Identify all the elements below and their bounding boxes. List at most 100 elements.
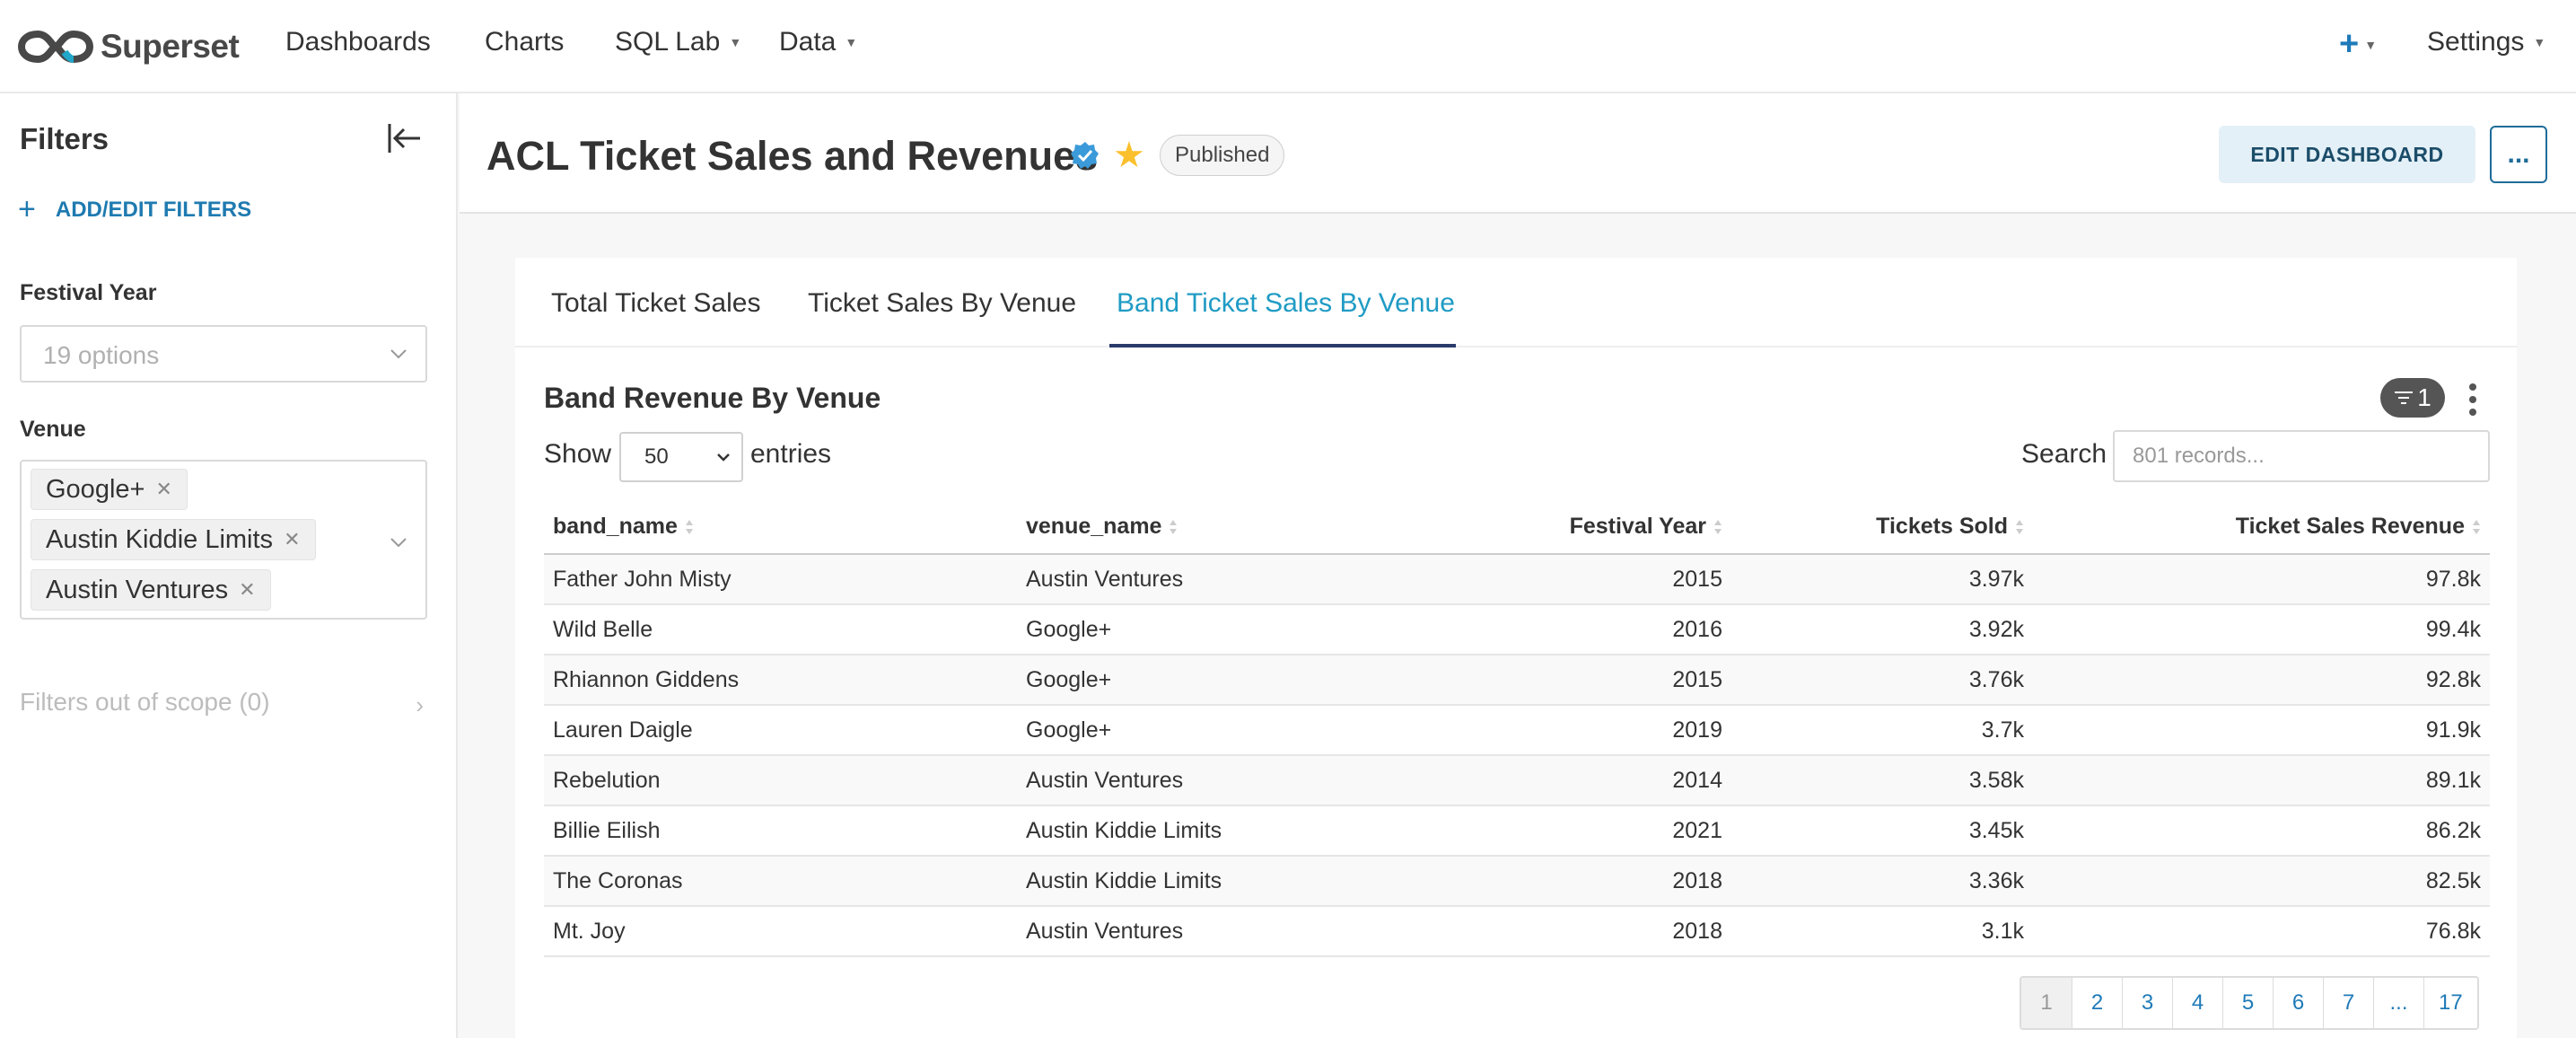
tab-total-ticket-sales[interactable]: Total Ticket Sales xyxy=(551,288,760,319)
caret-down-icon: ▼ xyxy=(2533,35,2546,49)
new-item-button[interactable]: + ▼ xyxy=(2339,25,2377,64)
status-badge: Published xyxy=(1160,135,1285,176)
close-icon[interactable]: ✕ xyxy=(155,478,171,501)
applied-filters-badge[interactable]: 1 xyxy=(2380,378,2445,418)
tab-ticket-sales-by-venue[interactable]: Ticket Sales By Venue xyxy=(808,288,1076,319)
nav-settings[interactable]: Settings ▼ xyxy=(2427,27,2545,57)
page-button[interactable]: 5 xyxy=(2222,978,2273,1028)
page-ellipsis[interactable]: ... xyxy=(2373,978,2423,1028)
star-icon[interactable]: ★ xyxy=(1113,135,1145,176)
cell-band-name: Lauren Daigle xyxy=(544,705,1017,756)
cell-venue-name: Google+ xyxy=(1017,604,1412,655)
column-header-festival-year[interactable]: Festival Year xyxy=(1412,500,1731,555)
nav-charts-label: Charts xyxy=(485,27,565,57)
table-row: Rhiannon Giddens Google+ 2015 3.76k 92.8k xyxy=(544,655,2490,706)
cell-tickets-sold: 3.7k xyxy=(1731,705,2033,756)
cell-venue-name: Austin Kiddie Limits xyxy=(1017,856,1412,907)
filters-out-of-scope-label: Filters out of scope (0) xyxy=(20,688,270,716)
nav-data[interactable]: Data ▼ xyxy=(779,27,857,57)
cell-festival-year: 2021 xyxy=(1412,805,1731,857)
venue-select[interactable]: Google+ ✕ Austin Kiddie Limits ✕ Austin Ve… xyxy=(20,460,427,620)
caret-down-icon: ▼ xyxy=(729,35,742,49)
cell-band-name: Rhiannon Giddens xyxy=(544,655,1017,706)
plus-icon: + xyxy=(2339,25,2360,63)
chart-menu-icon[interactable] xyxy=(2468,380,2477,419)
nav-data-label: Data xyxy=(779,27,837,57)
dashboard-content: Total Ticket Sales Ticket Sales By Venue… xyxy=(515,258,2517,1038)
page-button[interactable]: 17 xyxy=(2423,978,2477,1028)
brand-name: Superset xyxy=(101,28,240,65)
sort-icon xyxy=(685,520,693,535)
close-icon[interactable]: ✕ xyxy=(284,528,300,551)
page-button[interactable]: 2 xyxy=(2072,978,2122,1028)
table-row: Wild Belle Google+ 2016 3.92k 99.4k xyxy=(544,604,2490,655)
page-button[interactable]: 6 xyxy=(2273,978,2323,1028)
table-row: Father John Misty Austin Ventures 2015 3.97… xyxy=(544,554,2490,605)
cell-revenue: 86.2k xyxy=(2033,805,2490,857)
chevron-down-icon xyxy=(390,538,407,548)
caret-down-icon: ▼ xyxy=(2364,37,2378,52)
cell-tickets-sold: 3.1k xyxy=(1731,906,2033,957)
cell-festival-year: 2016 xyxy=(1412,604,1731,655)
data-table: band_name venue_name Festival Year Ticke… xyxy=(544,500,2490,957)
add-edit-filters-label: ADD/EDIT FILTERS xyxy=(55,197,252,222)
sort-icon xyxy=(2016,520,2023,535)
nav-dashboards[interactable]: Dashboards xyxy=(285,27,431,57)
top-navbar: Superset Dashboards Charts SQL Lab ▼ Data… xyxy=(0,0,2576,93)
column-header-tickets-sold[interactable]: Tickets Sold xyxy=(1731,500,2033,555)
column-header-label: Tickets Sold xyxy=(1876,514,2008,539)
caret-down-icon: ▼ xyxy=(845,35,858,49)
cell-band-name: Wild Belle xyxy=(544,604,1017,655)
entries-per-page-select[interactable]: 50 xyxy=(619,432,743,482)
cell-band-name: Rebelution xyxy=(544,755,1017,806)
add-edit-filters-button[interactable]: + ADD/EDIT FILTERS xyxy=(18,192,251,227)
column-header-band-name[interactable]: band_name xyxy=(544,500,1017,555)
cell-tickets-sold: 3.92k xyxy=(1731,604,2033,655)
page-button[interactable]: 7 xyxy=(2323,978,2373,1028)
column-header-venue-name[interactable]: venue_name xyxy=(1017,500,1412,555)
page-button[interactable]: 1 xyxy=(2021,978,2072,1028)
page-button[interactable]: 4 xyxy=(2172,978,2222,1028)
table-row: Mt. Joy Austin Ventures 2018 3.1k 76.8k xyxy=(544,906,2490,957)
superset-logo[interactable]: Superset xyxy=(18,25,240,68)
nav-dashboards-label: Dashboards xyxy=(285,27,431,57)
cell-band-name: Billie Eilish xyxy=(544,805,1017,857)
nav-sql-lab-label: SQL Lab xyxy=(615,27,721,57)
cell-tickets-sold: 3.45k xyxy=(1731,805,2033,857)
filter-icon xyxy=(2395,391,2414,404)
cell-festival-year: 2015 xyxy=(1412,554,1731,605)
cell-band-name: Father John Misty xyxy=(544,554,1017,605)
cell-tickets-sold: 3.36k xyxy=(1731,856,2033,907)
table-row: The Coronas Austin Kiddie Limits 2018 3.36k… xyxy=(544,856,2490,907)
nav-charts[interactable]: Charts xyxy=(485,27,564,57)
chart-title: Band Revenue By Venue xyxy=(544,382,881,414)
festival-year-label: Festival Year xyxy=(20,280,157,305)
close-icon[interactable]: ✕ xyxy=(239,578,255,602)
verified-icon xyxy=(1071,142,1099,169)
collapse-sidebar-icon[interactable] xyxy=(386,120,422,156)
filters-title: Filters xyxy=(20,122,110,155)
venue-tag-label: Google+ xyxy=(46,474,145,504)
search-input[interactable] xyxy=(2113,430,2490,482)
entries-label: entries xyxy=(750,439,832,469)
festival-year-select[interactable]: 19 options xyxy=(20,325,427,383)
entries-value: 50 xyxy=(644,444,669,469)
filters-out-of-scope[interactable]: Filters out of scope (0) › xyxy=(20,688,424,718)
tab-band-ticket-sales-by-venue[interactable]: Band Ticket Sales By Venue xyxy=(1117,288,1455,319)
cell-festival-year: 2018 xyxy=(1412,906,1731,957)
cell-festival-year: 2019 xyxy=(1412,705,1731,756)
cell-festival-year: 2015 xyxy=(1412,655,1731,706)
cell-band-name: The Coronas xyxy=(544,856,1017,907)
filter-count: 1 xyxy=(2417,383,2431,411)
cell-tickets-sold: 3.76k xyxy=(1731,655,2033,706)
nav-settings-label: Settings xyxy=(2427,27,2525,57)
column-header-label: Festival Year xyxy=(1569,514,1706,539)
column-header-label: venue_name xyxy=(1026,514,1162,539)
page-button[interactable]: 3 xyxy=(2122,978,2172,1028)
more-options-button[interactable]: ... xyxy=(2490,126,2547,183)
edit-dashboard-button[interactable]: EDIT DASHBOARD xyxy=(2219,126,2475,183)
nav-sql-lab[interactable]: SQL Lab ▼ xyxy=(615,27,741,57)
plus-icon: + xyxy=(18,192,36,226)
column-header-ticket-sales-revenue[interactable]: Ticket Sales Revenue xyxy=(2033,500,2490,555)
table-row: Rebelution Austin Ventures 2014 3.58k 89.1k xyxy=(544,755,2490,806)
